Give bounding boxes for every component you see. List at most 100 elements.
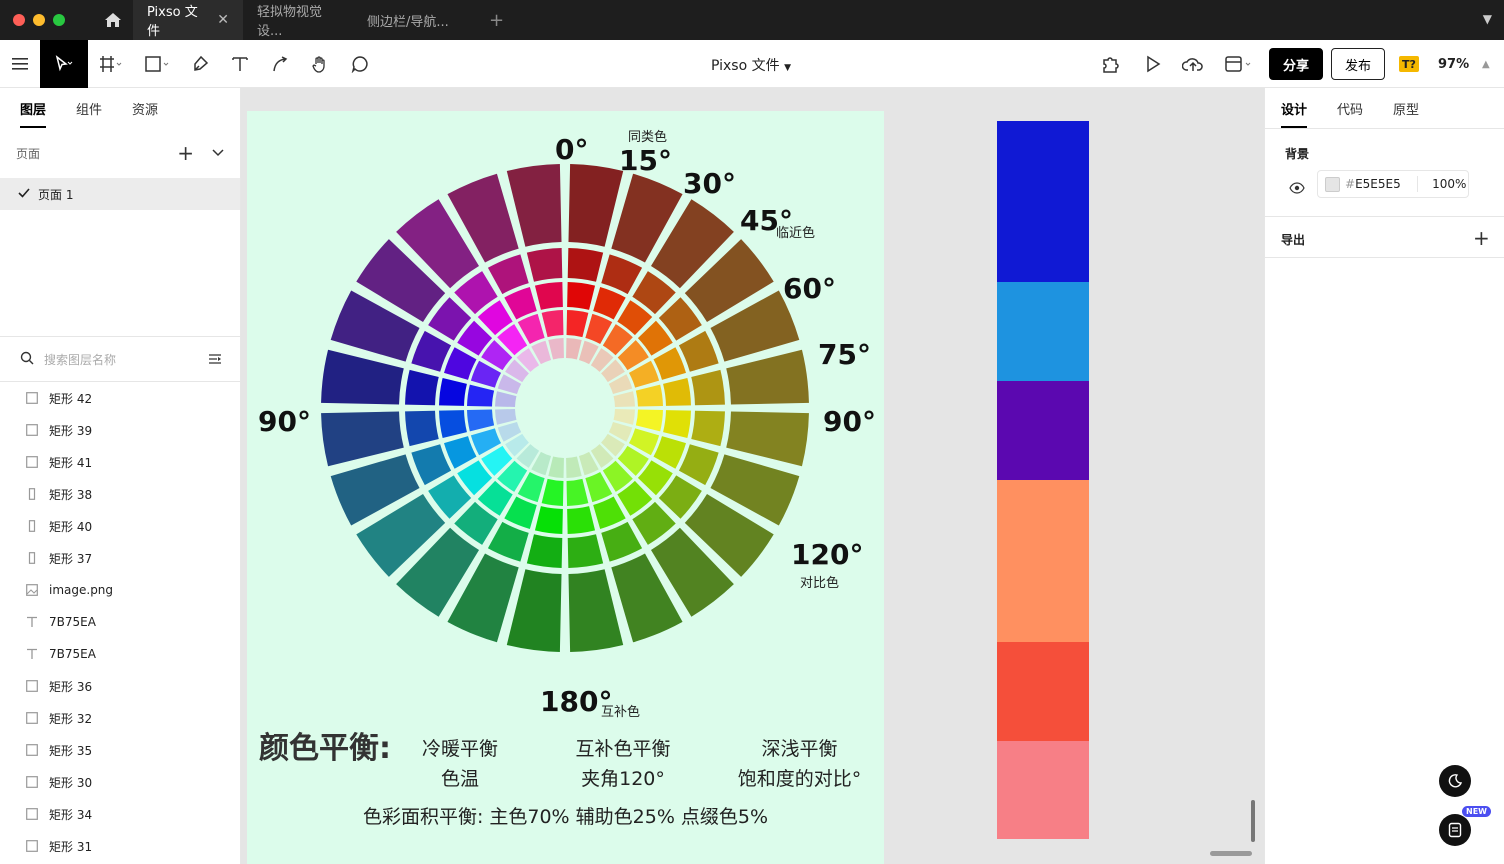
document-title-text: Pixso 文件	[711, 58, 780, 74]
color-theory-artboard[interactable]: 0° 同类色 15° 30° 45° 临近色 60° 75° 90° 90° 1…	[247, 111, 884, 864]
pen-tool-button[interactable]	[180, 40, 220, 88]
comment-tool-button[interactable]	[340, 40, 380, 88]
page-item-label: 页面 1	[38, 187, 74, 202]
thin-rect-icon	[25, 487, 39, 501]
balance-warm-cool-sub: 色温	[440, 768, 479, 790]
search-icon	[20, 351, 34, 368]
left-panel: 图层 组件 资源 页面 + 页面 1 搜索图层名称 矩形 42 矩形 39 矩形 4…	[0, 88, 241, 864]
color-swatch[interactable]	[997, 282, 1089, 381]
wheel-segment	[526, 534, 563, 568]
publish-button[interactable]: 发布	[1331, 48, 1385, 80]
layer-item[interactable]: 7B75EA	[0, 638, 240, 670]
new-tab-icon[interactable]: +	[489, 10, 504, 31]
wheel-segment	[467, 409, 495, 432]
zoom-level[interactable]: 97%	[1438, 40, 1469, 88]
close-window-button[interactable]	[13, 14, 25, 26]
background-hex[interactable]: E5E5E5	[1355, 177, 1417, 191]
color-swatch[interactable]	[997, 121, 1089, 282]
background-color-field[interactable]: # E5E5E5 100%	[1317, 170, 1469, 198]
menu-icon[interactable]	[0, 40, 40, 88]
chevron-down-icon[interactable]: ▼	[1483, 12, 1492, 26]
layer-item[interactable]: 矩形 41	[0, 446, 240, 478]
horizontal-scrollbar[interactable]	[1210, 851, 1252, 856]
wheel-segment	[663, 410, 691, 439]
layer-item[interactable]: 矩形 34	[0, 798, 240, 830]
wheel-segment	[567, 534, 604, 568]
layer-item[interactable]: 矩形 31	[0, 830, 240, 862]
color-chip[interactable]	[1325, 176, 1340, 192]
wheel-segment	[566, 478, 589, 506]
wheel-segment	[601, 254, 643, 295]
tab-assets[interactable]: 资源	[132, 88, 158, 128]
layer-item[interactable]: 矩形 37	[0, 542, 240, 574]
tab-label: Pixso 文件	[147, 5, 198, 39]
close-tab-icon[interactable]: ✕	[217, 12, 229, 28]
document-title[interactable]: Pixso 文件 ▼	[711, 55, 791, 75]
eye-icon[interactable]	[1289, 179, 1305, 198]
add-export-icon[interactable]: +	[1473, 226, 1490, 250]
dark-mode-icon[interactable]	[1439, 765, 1471, 797]
layer-item[interactable]: 矩形 39	[0, 414, 240, 446]
layer-item[interactable]: 矩形 40	[0, 510, 240, 542]
cloud-upload-icon[interactable]	[1182, 40, 1204, 88]
notes-icon[interactable]	[1439, 814, 1471, 846]
shape-tool-button[interactable]	[134, 40, 180, 88]
tab-code[interactable]: 代码	[1337, 88, 1363, 128]
layout-icon[interactable]	[1224, 40, 1254, 88]
home-icon[interactable]	[101, 8, 125, 32]
wheel-segment	[405, 410, 439, 447]
thin-rect-icon	[25, 519, 39, 533]
color-swatch[interactable]	[997, 381, 1089, 480]
layer-item[interactable]: 矩形 36	[0, 670, 240, 702]
frame-tool-button[interactable]	[88, 40, 134, 88]
layer-name: 矩形 37	[49, 551, 93, 566]
connector-tool-button[interactable]	[260, 40, 300, 88]
layer-item[interactable]: 7B75EA	[0, 606, 240, 638]
layer-search[interactable]: 搜索图层名称	[0, 336, 240, 382]
hand-tool-button[interactable]	[300, 40, 340, 88]
export-section: 导出 +	[1265, 216, 1504, 258]
angle-label-90-right: 90°	[823, 405, 876, 438]
tab-pixso-file[interactable]: Pixso 文件 ✕	[133, 0, 243, 40]
layer-item[interactable]: 矩形 42	[0, 382, 240, 414]
tab-design[interactable]: 设计	[1281, 88, 1308, 128]
color-swatch[interactable]	[997, 741, 1089, 839]
background-label: 背景	[1285, 147, 1310, 161]
tab-layers[interactable]: 图层	[20, 88, 47, 128]
tab-components[interactable]: 组件	[76, 88, 102, 128]
wheel-segment	[534, 506, 563, 534]
filter-icon[interactable]	[208, 352, 222, 369]
chevron-down-icon[interactable]	[212, 146, 224, 160]
layer-name: 矩形 39	[49, 423, 93, 438]
zoom-value: 97%	[1438, 56, 1470, 72]
layer-item[interactable]: 矩形 30	[0, 766, 240, 798]
maximize-window-button[interactable]	[53, 14, 65, 26]
tab-sidebar-nav[interactable]: 侧边栏/导航...	[353, 0, 463, 40]
share-button[interactable]: 分享	[1269, 48, 1323, 80]
zoom-chevron-icon[interactable]: ▲	[1482, 40, 1490, 88]
background-opacity[interactable]: 100%	[1432, 177, 1466, 191]
image-icon	[25, 583, 39, 597]
tab-prototype[interactable]: 原型	[1393, 88, 1419, 128]
wheel-segment	[567, 506, 596, 534]
layer-item[interactable]: image.png	[0, 574, 240, 606]
text-tool-button[interactable]	[220, 40, 260, 88]
canvas[interactable]: 0° 同类色 15° 30° 45° 临近色 60° 75° 90° 90° 1…	[241, 88, 1264, 864]
plugin-icon[interactable]	[1100, 40, 1122, 88]
page-item[interactable]: 页面 1	[0, 178, 240, 210]
layer-name: 矩形 34	[49, 807, 93, 822]
play-icon[interactable]	[1144, 40, 1162, 88]
tab-skeuomorphic[interactable]: 轻拟物视觉设...	[243, 0, 353, 40]
move-tool-button[interactable]	[40, 39, 88, 88]
layer-item[interactable]: 矩形 35	[0, 734, 240, 766]
layer-item[interactable]: 矩形 38	[0, 478, 240, 510]
vertical-scrollbar[interactable]	[1251, 800, 1255, 842]
missing-font-badge[interactable]: T?	[1399, 56, 1419, 72]
layer-name: 7B75EA	[49, 615, 96, 629]
layer-item[interactable]: 矩形 32	[0, 702, 240, 734]
minimize-window-button[interactable]	[33, 14, 45, 26]
wheel-segment	[487, 521, 529, 562]
color-swatch[interactable]	[997, 480, 1089, 642]
add-page-icon[interactable]: +	[177, 141, 194, 165]
color-swatch[interactable]	[997, 642, 1089, 741]
